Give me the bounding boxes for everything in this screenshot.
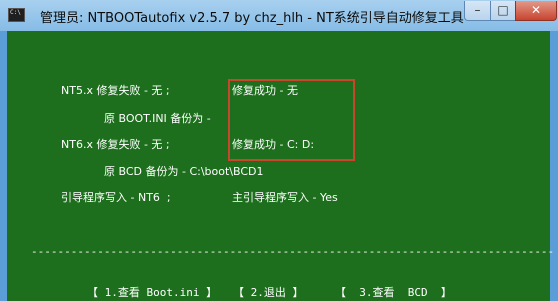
view-bcd-button[interactable]: 【 3.查看 BCD 】 — [335, 286, 452, 300]
title-bar[interactable]: C:\ 管理员: NTBOOTautofix v2.5.7 by chz_hlh… — [0, 0, 558, 31]
console-window: C:\ 管理员: NTBOOTautofix v2.5.7 by chz_hlh… — [0, 0, 558, 301]
highlight-box — [228, 79, 355, 161]
close-icon: ✕ — [530, 3, 542, 17]
console-area[interactable]: NT5.x 修复失败 - 无 ; 修复成功 - 无 原 BOOT.INI 备份为… — [7, 31, 554, 301]
maximize-button[interactable]: □ — [490, 1, 516, 21]
close-button[interactable]: ✕ — [515, 1, 557, 21]
nt5-backup-text: 原 BOOT.INI 备份为 - — [104, 112, 211, 125]
boot-write-text: 引导程序写入 - NT6 ; — [61, 191, 171, 204]
maximize-icon: □ — [497, 3, 509, 17]
minimize-icon: – — [474, 3, 481, 17]
minimize-button[interactable]: – — [464, 1, 491, 21]
exit-button[interactable]: 【 2.退出 】 — [233, 286, 304, 300]
nt6-backup-text: 原 BCD 备份为 - C:\boot\BCD1 — [104, 165, 264, 178]
window-title: 管理员: NTBOOTautofix v2.5.7 by chz_hlh - N… — [40, 11, 464, 26]
console-icon-glyph: C:\ — [10, 9, 21, 16]
view-bootini-button[interactable]: 【 1.查看 Boot.ini 】 — [87, 286, 217, 300]
nt6-fail-text: NT6.x 修复失败 - 无 ; — [61, 138, 170, 151]
mbr-write-text: 主引导程序写入 - Yes — [232, 191, 338, 204]
nt5-fail-text: NT5.x 修复失败 - 无 ; — [61, 84, 170, 97]
console-app-icon[interactable]: C:\ — [8, 8, 25, 22]
separator-line: ----------------------------------------… — [31, 245, 555, 258]
